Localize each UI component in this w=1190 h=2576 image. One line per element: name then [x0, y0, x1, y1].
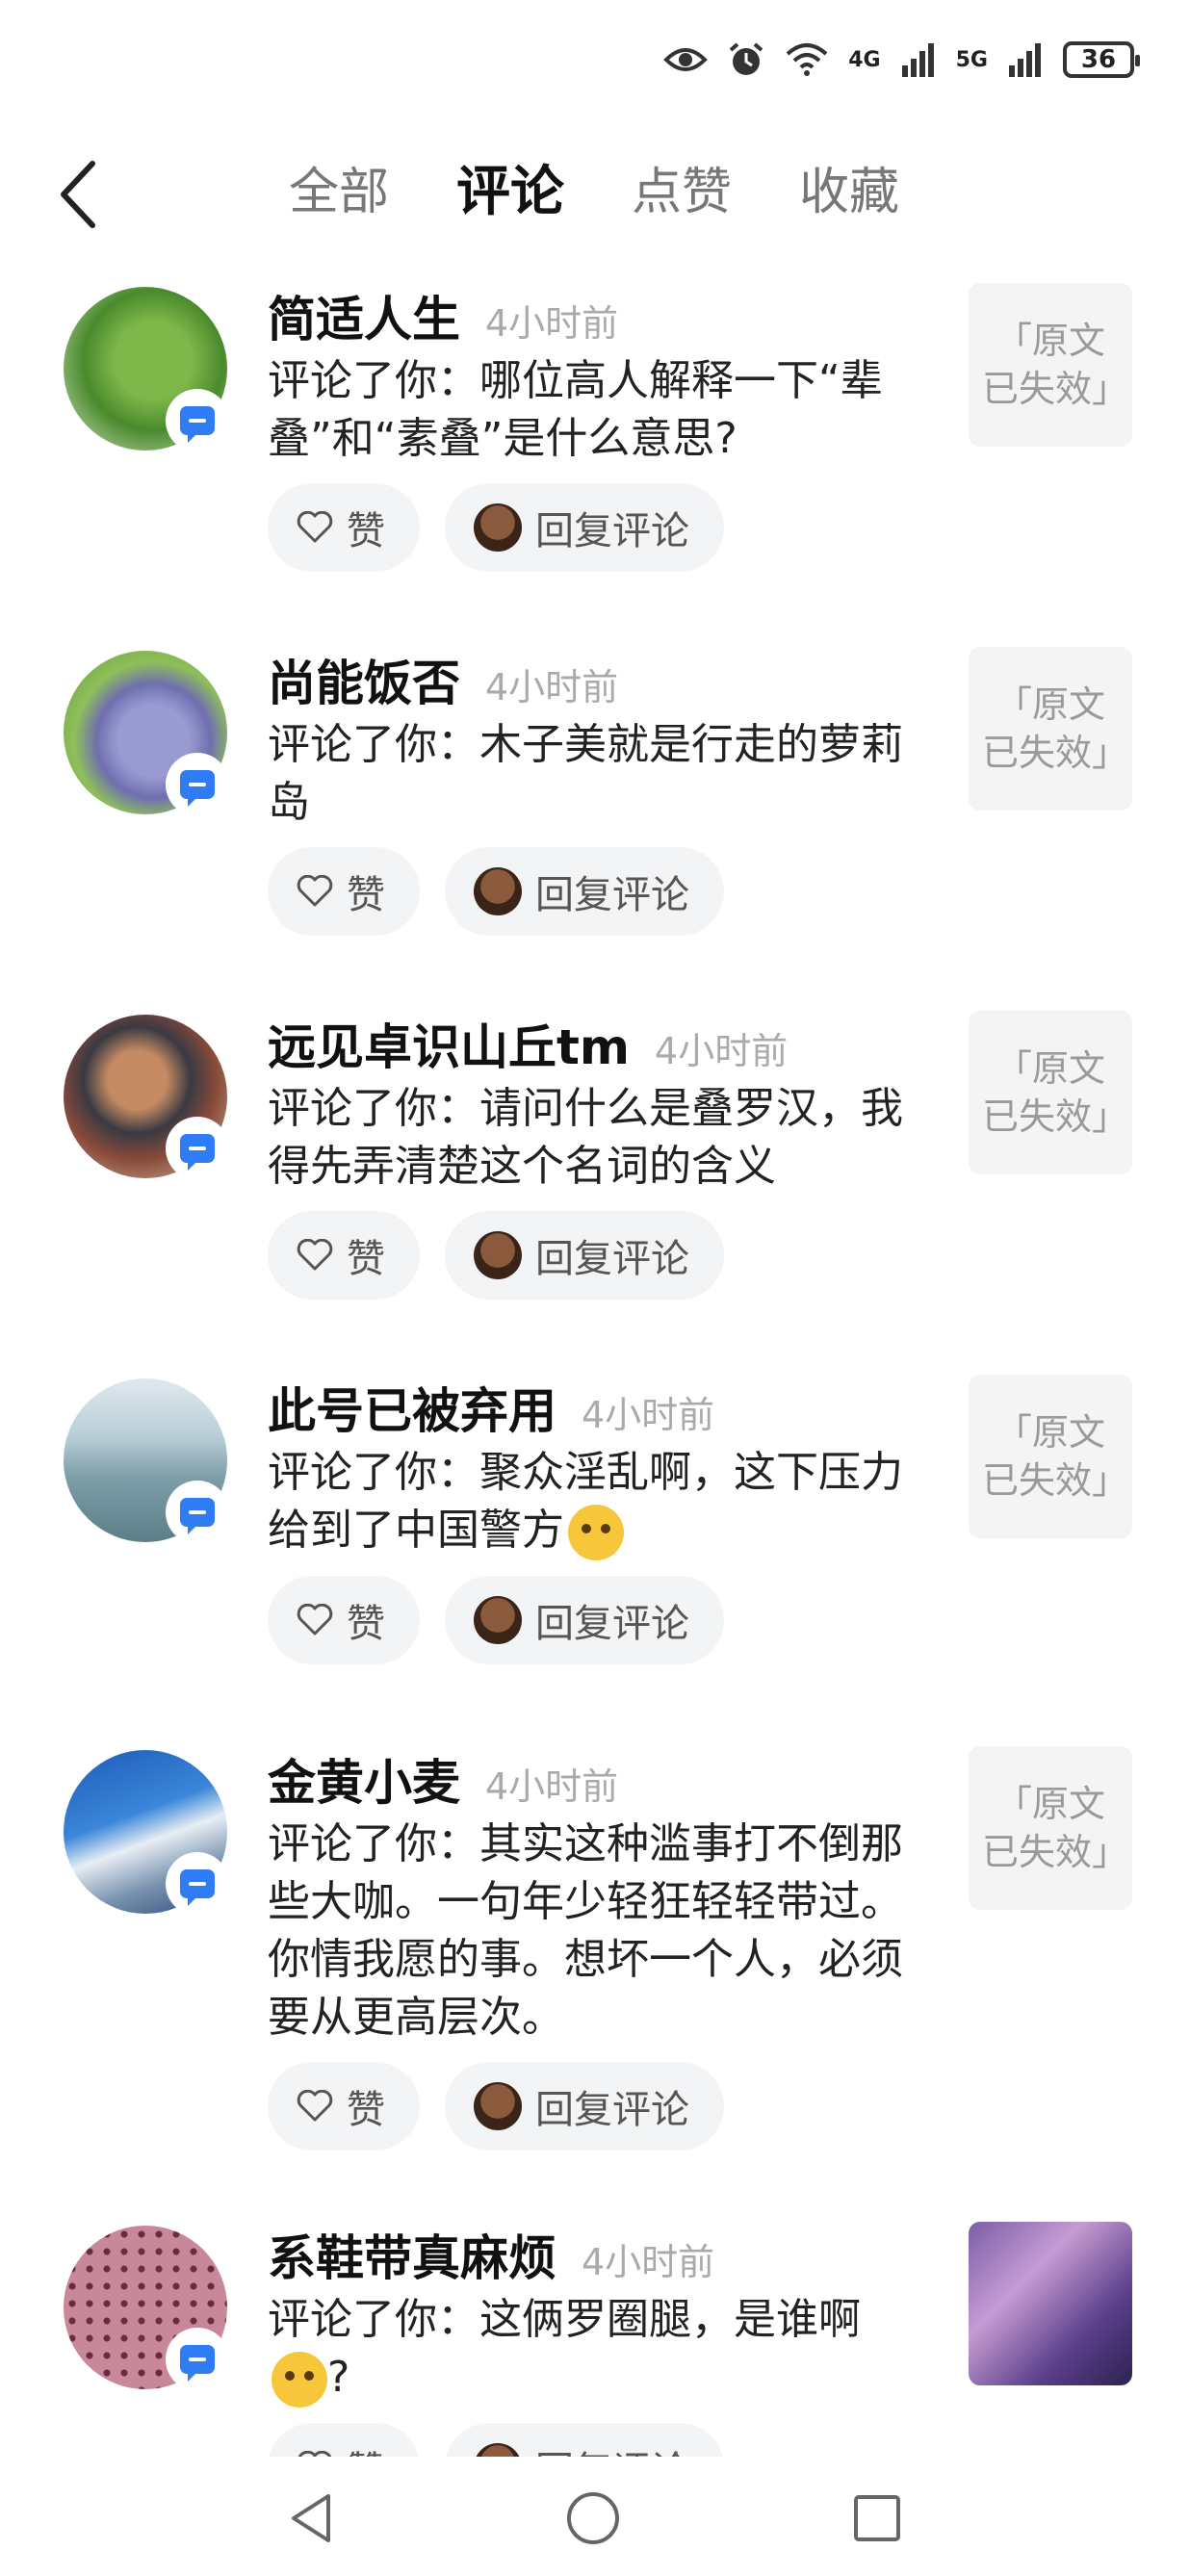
list-item[interactable]: 系鞋带真麻烦 4小时前 评论了你：这俩罗圈腿，是谁啊? 赞 回复评论 [0, 2220, 1190, 2457]
tab-favorites[interactable]: 收藏 [799, 154, 899, 231]
like-button[interactable]: 赞 [268, 1211, 420, 1300]
comment-badge-icon [166, 753, 229, 816]
battery-icon: 36 [1063, 41, 1140, 78]
like-label: 赞 [347, 2439, 385, 2457]
reply-button[interactable]: 回复评论 [445, 2062, 724, 2151]
tab-comments[interactable]: 评论 [456, 154, 564, 231]
reply-label: 回复评论 [535, 1602, 689, 1646]
list-item[interactable]: 简适人生 4小时前 评论了你：哪位高人解释一下“辈叠”和“素叠”是什么意思? 赞… [0, 281, 1190, 645]
signal-icon [1009, 43, 1041, 77]
timestamp: 4小时前 [485, 302, 619, 345]
status-bar: 4G 5G 36 [0, 0, 1190, 125]
reply-button[interactable]: 回复评论 [445, 1576, 724, 1664]
comment-badge-icon [166, 2328, 229, 2391]
comment-text-tail: ? [327, 2353, 350, 2402]
list-item[interactable]: 尚能饭否 4小时前 评论了你：木子美就是行走的萝莉岛 赞 回复评论 「原文已失效… [0, 645, 1190, 1009]
alarm-icon [729, 42, 763, 75]
system-nav-bar [0, 2460, 1190, 2576]
comment-text[interactable]: 评论了你：这俩罗圈腿，是谁啊? [268, 2291, 932, 2408]
back-triangle-icon[interactable] [288, 2492, 334, 2544]
reply-label: 回复评论 [535, 2439, 689, 2457]
user-name[interactable]: 此号已被弃用 [268, 1373, 556, 1442]
like-label: 赞 [347, 1602, 385, 1646]
reply-label: 回复评论 [535, 873, 689, 917]
like-button[interactable]: 赞 [268, 2062, 420, 2151]
signal-icon [901, 43, 934, 77]
like-label: 赞 [347, 1237, 385, 1281]
reply-button[interactable]: 回复评论 [445, 1211, 724, 1300]
comment-badge-icon [166, 1852, 229, 1916]
like-label: 赞 [347, 509, 385, 554]
thinking-emoji-icon [568, 1505, 624, 1560]
timestamp: 4小时前 [582, 2241, 715, 2283]
timestamp: 4小时前 [485, 666, 619, 708]
reply-button[interactable]: 回复评论 [445, 847, 724, 936]
comment-list: 简适人生 4小时前 评论了你：哪位高人解释一下“辈叠”和“素叠”是什么意思? 赞… [0, 281, 1190, 2457]
reply-button[interactable]: 回复评论 [445, 2423, 724, 2457]
battery-level: 36 [1080, 45, 1117, 74]
avatar [474, 503, 522, 552]
user-name[interactable]: 远见卓识山丘tm [268, 1009, 630, 1078]
heart-icon [298, 2451, 332, 2457]
comment-text[interactable]: 评论了你：哪位高人解释一下“辈叠”和“素叠”是什么意思? [268, 352, 932, 468]
tab-likes[interactable]: 点赞 [632, 154, 732, 231]
list-item[interactable]: 此号已被弃用 4小时前 评论了你：聚众淫乱啊，这下压力给到了中国警方 赞 回复评… [0, 1373, 1190, 1744]
avatar [474, 1231, 522, 1279]
avatar [474, 1596, 522, 1644]
comment-badge-icon [166, 389, 229, 452]
tab-bar: 全部 评论 点赞 收藏 [289, 154, 899, 231]
comment-text-body: 评论了你：这俩罗圈腿，是谁啊 [268, 2295, 861, 2344]
chevron-left-icon[interactable] [50, 156, 108, 233]
crying-emoji-icon [272, 2352, 327, 2408]
like-label: 赞 [347, 2088, 385, 2132]
status-icons: 4G 5G 36 [663, 40, 1140, 79]
reply-label: 回复评论 [535, 2088, 689, 2132]
comment-badge-icon [166, 1481, 229, 1544]
user-name[interactable]: 简适人生 [268, 281, 460, 350]
user-name[interactable]: 尚能饭否 [268, 645, 460, 714]
comment-badge-icon [166, 1117, 229, 1180]
original-post-thumbnail[interactable]: 「原文已失效」 [969, 647, 1132, 811]
comment-text[interactable]: 评论了你：其实这种滥事打不倒那些大咖。一句年少轻狂轻轻带过。你情我愿的事。想坏一… [268, 1816, 932, 2047]
home-circle-icon[interactable] [565, 2490, 621, 2546]
eye-icon [663, 48, 709, 71]
tab-all[interactable]: 全部 [289, 154, 389, 231]
like-label: 赞 [347, 873, 385, 917]
header: 全部 评论 点赞 收藏 [0, 135, 1190, 250]
reply-label: 回复评论 [535, 509, 689, 554]
list-item[interactable]: 远见卓识山丘tm 4小时前 评论了你：请问什么是叠罗汉，我得先弄清楚这个名词的含… [0, 1009, 1190, 1373]
heart-icon [297, 511, 333, 543]
timestamp: 4小时前 [655, 1030, 789, 1072]
network-type-5g: 5G [955, 47, 988, 72]
like-button[interactable]: 赞 [268, 483, 420, 572]
user-name[interactable]: 金黄小麦 [268, 1744, 460, 1814]
original-post-thumbnail[interactable]: 「原文已失效」 [969, 1746, 1132, 1910]
comment-text[interactable]: 评论了你：请问什么是叠罗汉，我得先弄清楚这个名词的含义 [268, 1080, 932, 1196]
recents-square-icon[interactable] [852, 2493, 902, 2543]
like-button[interactable]: 赞 [268, 1576, 420, 1664]
original-post-thumbnail[interactable]: 「原文已失效」 [969, 283, 1132, 447]
avatar [474, 867, 522, 915]
comment-text[interactable]: 评论了你：聚众淫乱啊，这下压力给到了中国警方 [268, 1444, 932, 1560]
avatar [474, 2443, 522, 2457]
original-post-thumbnail[interactable] [969, 2222, 1132, 2385]
reply-button[interactable]: 回复评论 [445, 483, 724, 572]
original-post-thumbnail[interactable]: 「原文已失效」 [969, 1011, 1132, 1174]
heart-icon [297, 875, 333, 907]
original-post-thumbnail[interactable]: 「原文已失效」 [969, 1375, 1132, 1538]
timestamp: 4小时前 [485, 1765, 619, 1808]
reply-label: 回复评论 [535, 1237, 689, 1281]
like-button[interactable]: 赞 [268, 847, 420, 936]
heart-icon [297, 1604, 333, 1636]
heart-icon [297, 2090, 333, 2122]
wifi-icon [786, 43, 828, 76]
list-item[interactable]: 金黄小麦 4小时前 评论了你：其实这种滥事打不倒那些大咖。一句年少轻狂轻轻带过。… [0, 1744, 1190, 2220]
network-type-4g: 4G [848, 47, 881, 72]
timestamp: 4小时前 [582, 1394, 715, 1436]
heart-icon [297, 1239, 333, 1271]
like-button[interactable]: 赞 [268, 2423, 420, 2457]
user-name[interactable]: 系鞋带真麻烦 [268, 2220, 556, 2289]
comment-text[interactable]: 评论了你：木子美就是行走的萝莉岛 [268, 716, 932, 832]
avatar [474, 2082, 522, 2130]
